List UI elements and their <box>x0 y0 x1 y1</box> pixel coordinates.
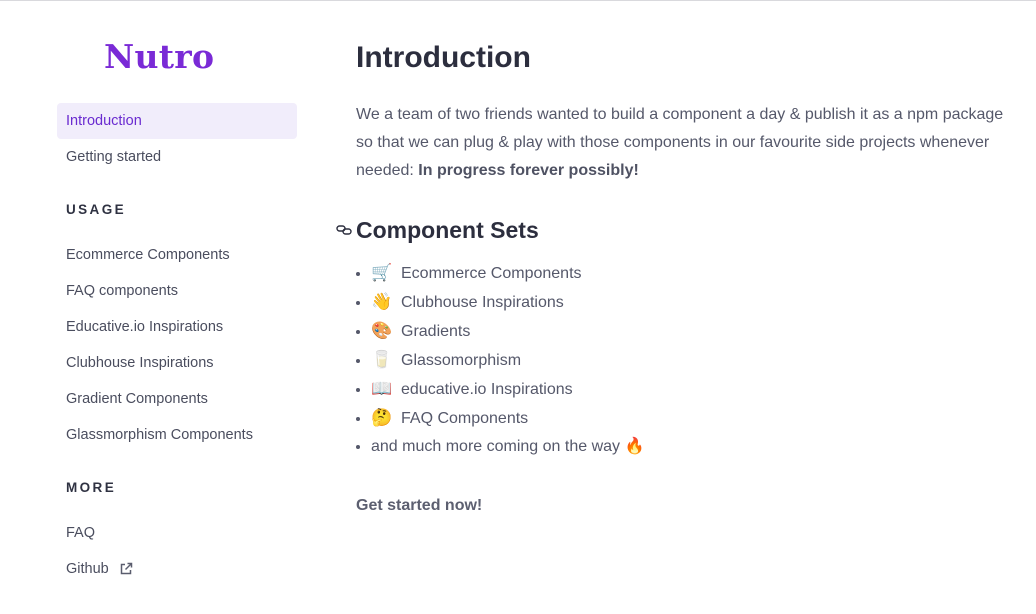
list-item-label: Gradients <box>401 323 471 340</box>
external-link-icon <box>120 562 132 575</box>
palette-icon: 🎨 <box>371 321 393 340</box>
sidebar-item-glassmorphism-components[interactable]: Glassmorphism Components <box>57 417 297 453</box>
thinking-face-icon: 🤔 <box>371 408 393 427</box>
shopping-cart-icon: 🛒 <box>371 263 393 282</box>
intro-paragraph: We a team of two friends wanted to build… <box>356 101 1006 185</box>
page-title: Introduction <box>356 41 531 74</box>
main-content: Introduction We a team of two friends wa… <box>336 39 1006 515</box>
sidebar-item-faq[interactable]: FAQ <box>57 515 297 551</box>
list-item-label: and much more coming on the way <box>371 438 621 455</box>
list-item: 👋 Clubhouse Inspirations <box>371 288 1006 317</box>
list-item-label: Glassomorphism <box>401 352 522 369</box>
sidebar-item-faq-components[interactable]: FAQ components <box>57 273 297 309</box>
sidebar: Introduction Getting started USAGE Ecomm… <box>57 103 297 587</box>
list-item: 🎨 Gradients <box>371 317 1006 346</box>
sidebar-item-clubhouse-inspirations[interactable]: Clubhouse Inspirations <box>57 345 297 381</box>
intro-bold-text: In progress forever possibly! <box>418 162 639 179</box>
sidebar-section-usage-title: USAGE <box>66 202 127 217</box>
get-started-link[interactable]: Get started now! <box>356 497 482 515</box>
open-book-icon: 📖 <box>371 379 393 398</box>
list-item: 📖 educative.io Inspirations <box>371 375 1006 404</box>
list-item-label: FAQ Components <box>401 410 529 427</box>
list-item: 🥛 Glassomorphism <box>371 346 1006 375</box>
sidebar-item-getting-started[interactable]: Getting started <box>57 139 297 175</box>
list-item-label: Clubhouse Inspirations <box>401 294 564 311</box>
brand-logo[interactable]: Nutro <box>104 37 214 76</box>
glass-of-milk-icon: 🥛 <box>371 350 393 369</box>
list-item: 🤔 FAQ Components <box>371 404 1006 433</box>
list-item: 🛒 Ecommerce Components <box>371 259 1006 288</box>
component-sets-list: 🛒 Ecommerce Components 👋 Clubhouse Inspira… <box>356 259 1006 461</box>
component-sets-title: Component Sets <box>356 217 539 243</box>
fire-icon: 🔥 <box>624 438 645 455</box>
sidebar-item-gradient-components[interactable]: Gradient Components <box>57 381 297 417</box>
sidebar-item-introduction[interactable]: Introduction <box>57 103 297 139</box>
list-item-label: educative.io Inspirations <box>401 381 573 398</box>
waving-hand-icon: 👋 <box>371 292 393 311</box>
sidebar-item-github-label: Github <box>66 561 109 577</box>
list-item: and much more coming on the way 🔥 <box>371 433 1006 461</box>
link-anchor-icon[interactable] <box>336 223 352 237</box>
list-item-label: Ecommerce Components <box>401 265 582 282</box>
component-sets-heading: Component Sets <box>336 215 1006 245</box>
sidebar-section-more-title: MORE <box>66 480 117 495</box>
sidebar-item-ecommerce-components[interactable]: Ecommerce Components <box>57 237 297 273</box>
sidebar-item-educative-inspirations[interactable]: Educative.io Inspirations <box>57 309 297 345</box>
sidebar-item-github[interactable]: Github <box>57 551 297 587</box>
